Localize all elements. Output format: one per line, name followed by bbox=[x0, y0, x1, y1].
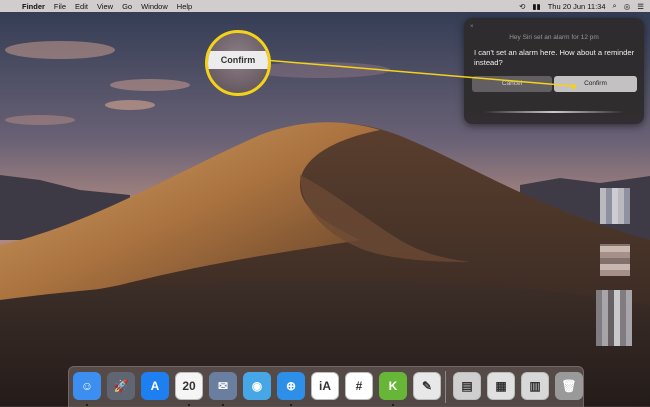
finder-icon[interactable]: ☺ bbox=[73, 372, 101, 400]
document-pile-icon[interactable]: ▥ bbox=[521, 372, 549, 400]
ia-writer-icon[interactable]: iA bbox=[311, 372, 339, 400]
menu-extra-icon[interactable]: ▮▮ bbox=[532, 2, 540, 11]
siri-waveform bbox=[484, 111, 624, 113]
clock[interactable]: Thu 20 Jun 11:34 bbox=[548, 2, 606, 11]
siri-panel: × Hey Siri set an alarm for 12 pm I can'… bbox=[464, 18, 644, 124]
dock: ☺ 🚀 A 20 ✉ ◉ ⊕ iA # K ✎ ▤ ▦ ▥ 🗑 bbox=[68, 366, 584, 407]
menu-bar-extras: ⟲ ▮▮ Thu 20 Jun 11:34 ⌕ ◎ ☰ bbox=[519, 0, 644, 12]
notes-icon[interactable]: ✎ bbox=[413, 372, 441, 400]
mail-icon[interactable]: ✉ bbox=[209, 372, 237, 400]
menu-bar: Finder File Edit View Go Window Help ⟲ ▮… bbox=[0, 0, 650, 12]
notification-center-icon[interactable]: ☰ bbox=[637, 2, 644, 11]
menu-item-finder[interactable]: Finder bbox=[22, 2, 45, 11]
menu-item-file[interactable]: File bbox=[54, 2, 66, 11]
time-machine-icon[interactable]: ⟲ bbox=[519, 2, 525, 11]
calendar-icon[interactable]: 20 bbox=[175, 372, 203, 400]
menu-item-view[interactable]: View bbox=[97, 2, 113, 11]
safari-icon[interactable]: ⊕ bbox=[277, 372, 305, 400]
app-store-icon[interactable]: A bbox=[141, 372, 169, 400]
slack-icon[interactable]: # bbox=[345, 372, 373, 400]
tweetbot-icon[interactable]: ◉ bbox=[243, 372, 271, 400]
siri-icon[interactable]: ◎ bbox=[624, 2, 631, 11]
menu-item-help[interactable]: Help bbox=[177, 2, 192, 11]
pixelated-desktop-item[interactable] bbox=[600, 188, 630, 224]
pixelated-desktop-item[interactable] bbox=[600, 244, 630, 276]
keka-icon[interactable]: K bbox=[379, 372, 407, 400]
menu-item-window[interactable]: Window bbox=[141, 2, 168, 11]
siri-prompt: Hey Siri set an alarm for 12 pm bbox=[509, 34, 599, 41]
dock-separator bbox=[445, 371, 446, 403]
close-icon[interactable]: × bbox=[470, 24, 474, 30]
cancel-button[interactable]: Cancel bbox=[472, 76, 552, 92]
confirm-button[interactable]: Confirm bbox=[554, 76, 637, 92]
menu-item-go[interactable]: Go bbox=[122, 2, 132, 11]
search-icon[interactable]: ⌕ bbox=[613, 1, 617, 11]
preview-icon[interactable]: ▤ bbox=[453, 372, 481, 400]
magnifier-callout: Confirm bbox=[205, 30, 271, 96]
document-stack-icon[interactable]: ▦ bbox=[487, 372, 515, 400]
launchpad-icon[interactable]: 🚀 bbox=[107, 372, 135, 400]
callout-label: Confirm bbox=[208, 51, 268, 69]
callout-target-dot bbox=[571, 84, 576, 89]
trash-icon[interactable]: 🗑 bbox=[555, 372, 583, 400]
siri-response: I can't set an alarm here. How about a r… bbox=[474, 48, 635, 67]
pixelated-desktop-item[interactable] bbox=[596, 290, 632, 346]
menu-item-edit[interactable]: Edit bbox=[75, 2, 88, 11]
